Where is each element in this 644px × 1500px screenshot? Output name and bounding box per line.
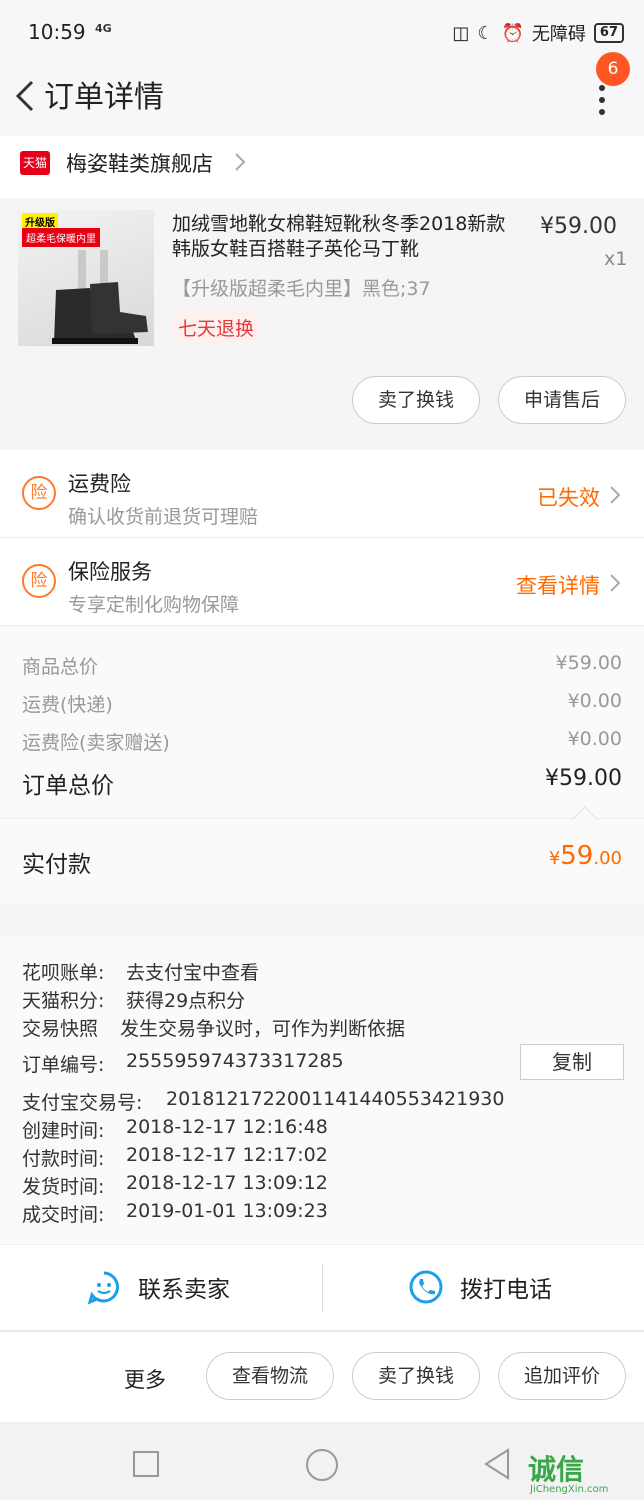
product-image[interactable]: 升级版 超柔毛保暖内里 — [18, 210, 154, 346]
shipping-value: ¥0.00 — [567, 690, 622, 712]
call-phone-button[interactable]: 拨打电话 — [408, 1269, 552, 1305]
insurance-icon: 险 — [22, 476, 56, 510]
snapshot-desc: 发生交易争议时，可作为判断依据 — [120, 1018, 406, 1040]
shipping-insurance-label: 运费险(卖家赠送) — [22, 732, 170, 754]
copy-button[interactable]: 复制 — [520, 1044, 624, 1080]
accessibility-label: 无障碍 — [531, 24, 586, 45]
paid-integer: 59 — [560, 841, 594, 871]
huabei-link[interactable]: 去支付宝中查看 — [126, 958, 259, 985]
order-info: 花呗账单: 去支付宝中查看 天猫积分: 获得29点积分 交易快照 发生交易争议时… — [0, 936, 644, 1244]
shipping-insurance-row[interactable]: 险 运费险 确认收货前退货可理赔 已失效 — [0, 450, 644, 538]
insurance-subtitle: 专享定制化购物保障 — [68, 594, 240, 616]
alarm-icon: ⏰ — [501, 22, 524, 44]
paid-time: 2018-12-17 12:17:02 — [126, 1144, 328, 1166]
product-spec: 【升级版超柔毛内里】黑色;37 — [172, 278, 431, 300]
completed-time-label: 成交时间: — [22, 1204, 105, 1226]
product-price: ¥59.00 — [540, 214, 617, 239]
snapshot-label[interactable]: 交易快照 — [22, 1014, 98, 1041]
bottom-actions: 更多 查看物流 卖了换钱 追加评价 — [0, 1330, 644, 1422]
paid-currency: ¥ — [548, 848, 561, 869]
chat-bubble-icon — [87, 1271, 119, 1305]
shipping-insurance-value: ¥0.00 — [567, 728, 622, 750]
chevron-right-icon — [610, 574, 621, 592]
price-summary: 商品总价 ¥59.00 运费(快递) ¥0.00 运费险(卖家赠送) ¥0.00… — [0, 626, 644, 818]
add-review-button[interactable]: 追加评价 — [498, 1352, 626, 1400]
home-icon[interactable] — [305, 1448, 339, 1482]
more-actions-button[interactable]: 更多 — [124, 1364, 166, 1394]
insurance-icon: 险 — [22, 564, 56, 598]
recent-apps-icon[interactable] — [132, 1450, 160, 1478]
notification-badge: 6 — [596, 52, 630, 86]
created-time-label: 创建时间: — [22, 1120, 105, 1142]
amount-paid-value: ¥59.00 — [549, 841, 622, 871]
goods-total-label: 商品总价 — [22, 656, 99, 678]
order-total-label: 订单总价 — [22, 773, 114, 799]
order-total-value: ¥59.00 — [545, 766, 622, 791]
shipping-label: 运费(快递) — [22, 694, 113, 716]
points-value: 获得29点积分 — [126, 990, 246, 1012]
status-right: ◫ ☾ ⏰ 无障碍 67 — [452, 20, 624, 46]
view-details-link[interactable]: 查看详情 — [516, 570, 600, 600]
alipay-trade-label: 支付宝交易号: — [22, 1092, 143, 1114]
insurance-title: 保险服务 — [68, 560, 152, 584]
divider — [322, 1263, 323, 1313]
insurance-status: 已失效 — [537, 486, 600, 510]
amount-paid-label: 实付款 — [22, 852, 91, 878]
insurance-service-row[interactable]: 险 保险服务 专享定制化购物保障 查看详情 — [0, 538, 644, 626]
network-indicator: 4G — [95, 22, 112, 35]
shipped-time: 2018-12-17 13:09:12 — [126, 1172, 328, 1194]
goods-total-value: ¥59.00 — [555, 652, 622, 674]
back-arrow-icon[interactable] — [10, 76, 40, 116]
product-qty: x1 — [604, 248, 628, 270]
call-phone-label: 拨打电话 — [460, 1277, 552, 1303]
amount-paid-row: 实付款 ¥59.00 — [0, 806, 644, 904]
paid-time-label: 付款时间: — [22, 1148, 105, 1170]
huabei-label: 花呗账单: — [22, 962, 105, 984]
insurance-title: 运费险 — [68, 472, 131, 496]
order-number: 2555959743733172​85 — [126, 1050, 344, 1072]
resell-button[interactable]: 卖了换钱 — [352, 376, 480, 424]
system-nav-bar: 诚信 JiChengXin.com — [0, 1422, 644, 1500]
boot-image — [52, 250, 148, 344]
store-row[interactable]: 天猫 梅姿鞋类旗舰店 — [0, 136, 644, 198]
paid-decimal: .00 — [593, 848, 622, 869]
store-name[interactable]: 梅姿鞋类旗舰店 — [66, 148, 213, 178]
page-title: 订单详情 — [44, 80, 164, 115]
tmall-logo: 天猫 — [20, 151, 50, 175]
chevron-right-icon — [610, 486, 621, 504]
return-policy-badge: 七天退换 — [172, 312, 261, 343]
after-sales-button[interactable]: 申请售后 — [498, 376, 626, 424]
back-nav-icon[interactable] — [482, 1448, 512, 1480]
battery-icon: 67 — [593, 23, 624, 43]
shipped-time-label: 发货时间: — [22, 1176, 105, 1198]
chevron-right-icon — [235, 153, 246, 171]
header: 订单详情 6 — [0, 52, 644, 136]
night-mode-icon: ☾ — [477, 22, 494, 44]
resell-button[interactable]: 卖了换钱 — [352, 1352, 480, 1400]
insurance-subtitle: 确认收货前退货可理赔 — [68, 506, 259, 528]
created-time: 2018-12-17 12:16:48 — [126, 1116, 328, 1138]
view-logistics-button[interactable]: 查看物流 — [206, 1352, 334, 1400]
more-options-icon[interactable] — [590, 82, 614, 118]
order-number-label: 订单编号: — [22, 1054, 105, 1076]
product-title[interactable]: 加绒雪地靴女棉鞋短靴秋冬季2018新款韩版女鞋百搭鞋子英伦马丁靴 — [172, 212, 522, 262]
status-bar: 10:59 4G ◫ ☾ ⏰ 无障碍 67 — [0, 0, 644, 64]
completed-time: 2019-01-01 13:09:23 — [126, 1200, 328, 1222]
contact-seller-label: 联系卖家 — [138, 1277, 230, 1303]
watermark-url: JiChengXin.com — [530, 1484, 609, 1495]
status-time: 10:59 — [28, 20, 86, 44]
points-label: 天猫积分: — [22, 990, 105, 1012]
image-tag-lining: 超柔毛保暖内里 — [22, 228, 100, 247]
alipay-trade-number: 2018121722001141440553421930 — [166, 1088, 505, 1110]
contact-bar: 联系卖家 拨打电话 — [0, 1244, 644, 1330]
product-card: 升级版 超柔毛保暖内里 加绒雪地靴女棉鞋短靴秋冬季2018新款韩版女鞋百搭鞋子英… — [0, 198, 644, 448]
watermark-logo: 诚信 — [528, 1453, 585, 1486]
phone-icon — [409, 1270, 443, 1304]
vibrate-icon: ◫ — [452, 22, 470, 44]
contact-seller-button[interactable]: 联系卖家 — [86, 1269, 230, 1305]
